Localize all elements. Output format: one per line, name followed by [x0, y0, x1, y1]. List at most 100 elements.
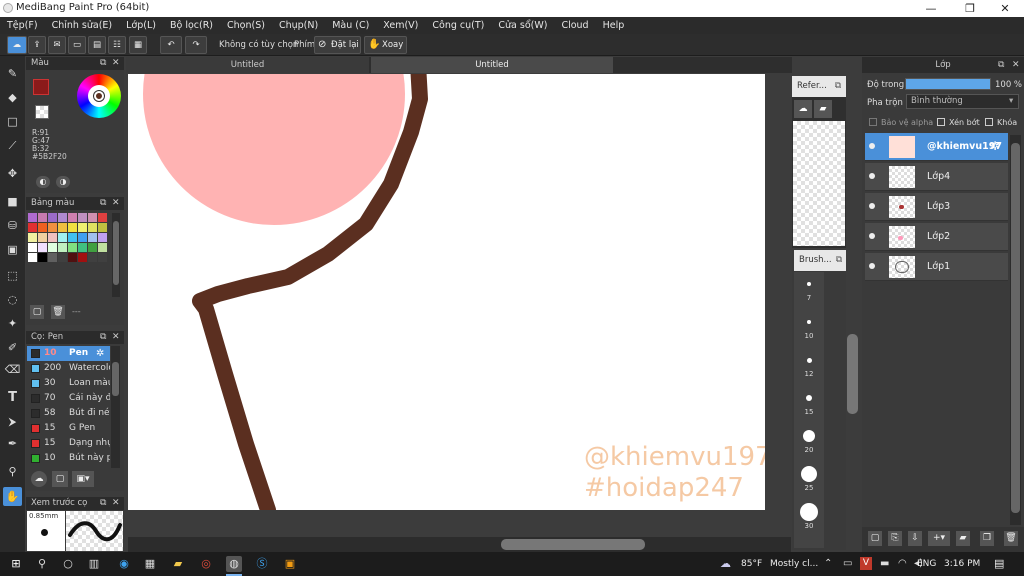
undock-icon[interactable]: ⧉ [100, 331, 106, 344]
hand-tool-icon[interactable]: ✋ [3, 487, 22, 506]
tray-monitor-icon[interactable]: ▭ [843, 558, 852, 569]
task-view-icon[interactable]: ▥ [86, 556, 102, 572]
palette-swatch[interactable] [78, 243, 87, 252]
palette-swatch[interactable] [48, 213, 57, 222]
palette-swatch[interactable] [78, 213, 87, 222]
palette-swatch[interactable] [68, 253, 77, 262]
reset-button[interactable]: ⊘ Đặt lại [314, 36, 361, 54]
brush-size-dot[interactable] [807, 320, 811, 324]
brush-size-dot[interactable] [800, 503, 818, 521]
palette-swatch[interactable] [88, 223, 97, 232]
menu-help[interactable]: Help [596, 20, 632, 31]
menu-tools[interactable]: Công cụ(T) [425, 20, 491, 31]
move-tool-icon[interactable]: ✥ [3, 164, 22, 183]
brush-size-dot[interactable] [806, 395, 812, 401]
file-explorer-icon[interactable]: ▰ [170, 556, 186, 572]
brush-row[interactable]: 30 Loan màu [27, 376, 110, 391]
palette-swatch[interactable] [58, 223, 67, 232]
delete-layer-icon[interactable]: 🗑 [1004, 531, 1018, 546]
palette-swatch[interactable] [58, 253, 67, 262]
palette-swatch[interactable] [68, 223, 77, 232]
select-eraser-tool-icon[interactable]: ⌫ [3, 360, 22, 379]
panel-close-icon[interactable]: ✕ [112, 331, 120, 344]
palette-swatch[interactable] [68, 213, 77, 222]
menu-select[interactable]: Chọn(S) [220, 20, 272, 31]
layer-row[interactable]: Lớp1 [865, 253, 1008, 281]
eraser-tool-icon[interactable]: ◆ [3, 88, 22, 107]
store-icon[interactable]: ▦ [142, 556, 158, 572]
undock-icon[interactable]: ⧉ [998, 57, 1004, 73]
menu-window[interactable]: Cửa sổ(W) [491, 20, 554, 31]
palette-swatch[interactable] [78, 223, 87, 232]
new-palette-icon[interactable]: ▢ [30, 305, 44, 319]
opacity-slider[interactable] [905, 78, 991, 90]
brush-size-dot[interactable] [801, 466, 817, 482]
palette-swatch[interactable] [88, 253, 97, 262]
tray-v-icon[interactable]: V [860, 557, 872, 570]
layer-settings-icon[interactable]: ✲ [990, 139, 1000, 153]
trash-icon[interactable]: 🗑 [51, 305, 65, 319]
reference-cloud-icon[interactable]: ☁ [794, 100, 812, 118]
palette-swatch[interactable] [88, 243, 97, 252]
reference-folder-icon[interactable]: ▰ [814, 100, 832, 118]
menu-filter[interactable]: Bộ lọc(R) [163, 20, 220, 31]
menu-layer[interactable]: Lớp(L) [119, 20, 163, 31]
palette-swatch[interactable] [68, 243, 77, 252]
blend-mode-select[interactable]: Bình thường ▾ [906, 94, 1019, 109]
palette-swatch[interactable] [28, 253, 37, 262]
clock-time[interactable]: 3:16 PM [944, 559, 980, 569]
snap-option-label[interactable]: Không có tùy chọn [219, 40, 298, 50]
palette-swatch[interactable] [28, 233, 37, 242]
cloud-icon[interactable]: ☁ [7, 36, 27, 54]
new-layer-icon[interactable]: ▢ [868, 531, 882, 546]
color-mode-icon[interactable]: ◑ [56, 176, 70, 188]
select-rect-tool-icon[interactable]: ⬚ [3, 266, 22, 285]
battery-icon[interactable]: ▬ [880, 558, 889, 569]
palette-swatch[interactable] [28, 243, 37, 252]
app-icon[interactable]: ▣ [282, 556, 298, 572]
minimize-button[interactable]: — [914, 0, 948, 17]
windows-start-icon[interactable]: ⊞ [8, 556, 24, 572]
eyedropper-tool-icon[interactable]: ⚲ [3, 462, 22, 481]
cortana-icon[interactable]: ○ [60, 556, 76, 572]
visibility-eye-icon[interactable] [869, 203, 875, 209]
palette-swatch[interactable] [98, 213, 107, 222]
palette-swatch[interactable] [38, 213, 47, 222]
fill-rect-tool-icon[interactable]: ■ [3, 192, 22, 211]
copy-layer-icon[interactable]: ⎘ [888, 531, 902, 546]
tab-untitled-2[interactable]: Untitled [371, 57, 613, 73]
brush-row[interactable]: 70 Cái này đi [27, 391, 110, 406]
palette-swatch[interactable] [78, 253, 87, 262]
palette-swatch[interactable] [38, 243, 47, 252]
canvas-vertical-scrollbar[interactable] [846, 76, 860, 550]
panel-close-icon[interactable]: ✕ [112, 497, 120, 510]
palette-swatch[interactable] [38, 223, 47, 232]
layer-row[interactable]: @khiemvu197 ✲ [865, 133, 1008, 161]
upload-icon[interactable]: ⇪ [28, 36, 46, 54]
wifi-icon[interactable]: ◠ [898, 558, 907, 569]
panel-close-icon[interactable]: ✕ [112, 57, 120, 70]
brush-size-dot[interactable] [806, 357, 812, 363]
visibility-eye-icon[interactable] [869, 173, 875, 179]
palette-swatch[interactable] [88, 233, 97, 242]
undock-icon[interactable]: ⧉ [100, 57, 106, 70]
clipping-checkbox[interactable] [937, 118, 945, 126]
protect-alpha-checkbox[interactable] [869, 118, 877, 126]
stroke-tool-icon[interactable]: ⟋ [3, 136, 22, 155]
menu-color[interactable]: Màu (C) [325, 20, 376, 31]
brush-size-dot[interactable] [803, 430, 815, 442]
undock-icon[interactable]: ⧉ [100, 497, 106, 510]
rotate-button[interactable]: ✋ Xoay [364, 36, 407, 54]
palette-swatch[interactable] [48, 253, 57, 262]
visibility-eye-icon[interactable] [869, 263, 875, 269]
panel-close-icon[interactable]: ✕ [1012, 57, 1020, 73]
chrome-icon[interactable]: ◎ [198, 556, 214, 572]
medibang-icon[interactable]: ◍ [226, 556, 242, 572]
layer-scrollbar[interactable] [1010, 135, 1021, 525]
panel-close-icon[interactable]: ✕ [112, 197, 120, 210]
brush-tool-icon[interactable]: ✎ [3, 64, 22, 83]
canvas-horizontal-scrollbar[interactable] [128, 537, 791, 552]
skype-icon[interactable]: Ⓢ [254, 556, 270, 572]
menu-snap[interactable]: Chụp(N) [272, 20, 325, 31]
palette-swatch[interactable] [98, 223, 107, 232]
